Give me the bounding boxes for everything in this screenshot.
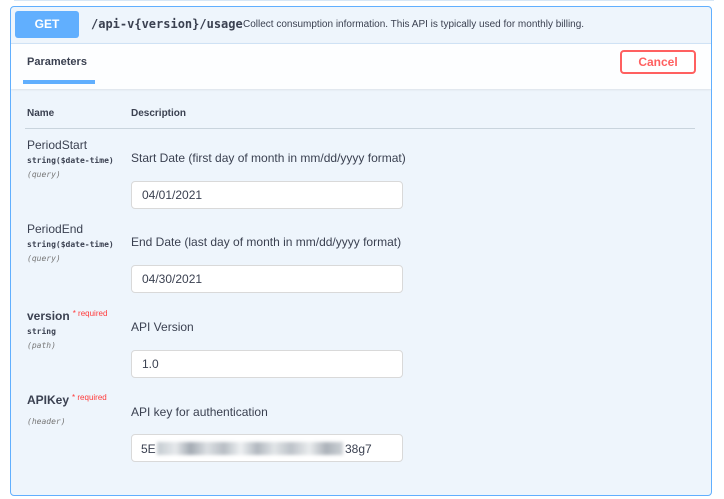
param-location: (path) [27,341,56,350]
required-text: required [78,309,108,318]
param-location: (query) [27,170,61,179]
parameters-header: Parameters Cancel [11,43,711,89]
apikey-visible-prefix: 5E [141,442,156,456]
param-periodend: PeriodEnd string($date-time) (query) [27,222,137,264]
required-marker: * required [73,309,108,318]
redacted-key-blur [157,442,343,455]
endpoint-path: /api-v{version}/usage [91,17,243,31]
endpoint-description: Collect consumption information. This AP… [243,19,585,30]
param-description: End Date (last day of month in mm/dd/yyy… [131,235,402,249]
apikey-input[interactable]: 5E 38g7 [131,434,403,462]
column-header-name: Name [27,108,55,119]
required-star: * [72,393,76,402]
param-name: PeriodStart [27,138,88,152]
param-version: version * required string (path) [27,307,137,351]
param-name-text: APIKey [27,393,70,407]
param-name: APIKey * required [27,391,137,407]
required-text: required [77,393,107,402]
param-name: version * required [27,307,137,323]
column-header-description: Description [131,108,187,119]
param-description: Start Date (first day of month in mm/dd/… [131,151,406,165]
param-type: string [27,327,56,336]
param-name-text: version [27,309,70,323]
cancel-button[interactable]: Cancel [620,50,696,74]
param-periodstart: PeriodStart string($date-time) (query) [27,138,137,180]
param-type: string($date-time) [27,240,114,249]
param-type: string($date-time) [27,156,114,165]
operation-summary[interactable]: GET /api-v{version}/usage Collect consum… [11,7,711,42]
required-star: * [72,309,76,318]
periodstart-input[interactable] [131,181,403,209]
method-badge: GET [15,11,79,38]
header-divider [25,128,695,129]
operation-block: GET /api-v{version}/usage Collect consum… [10,6,712,496]
param-location: (query) [27,254,61,263]
periodend-input[interactable] [131,265,403,293]
param-apikey: APIKey * required (header) [27,391,137,427]
version-input[interactable] [131,350,403,378]
tab-underline [23,80,95,84]
param-location: (header) [27,417,66,426]
param-description: API key for authentication [131,405,268,419]
param-description: API Version [131,320,194,334]
apikey-visible-suffix: 38g7 [345,442,372,456]
tab-parameters[interactable]: Parameters [27,56,87,68]
top-divider [14,0,714,1]
param-name: PeriodEnd [27,222,84,236]
required-marker: * required [72,393,107,402]
